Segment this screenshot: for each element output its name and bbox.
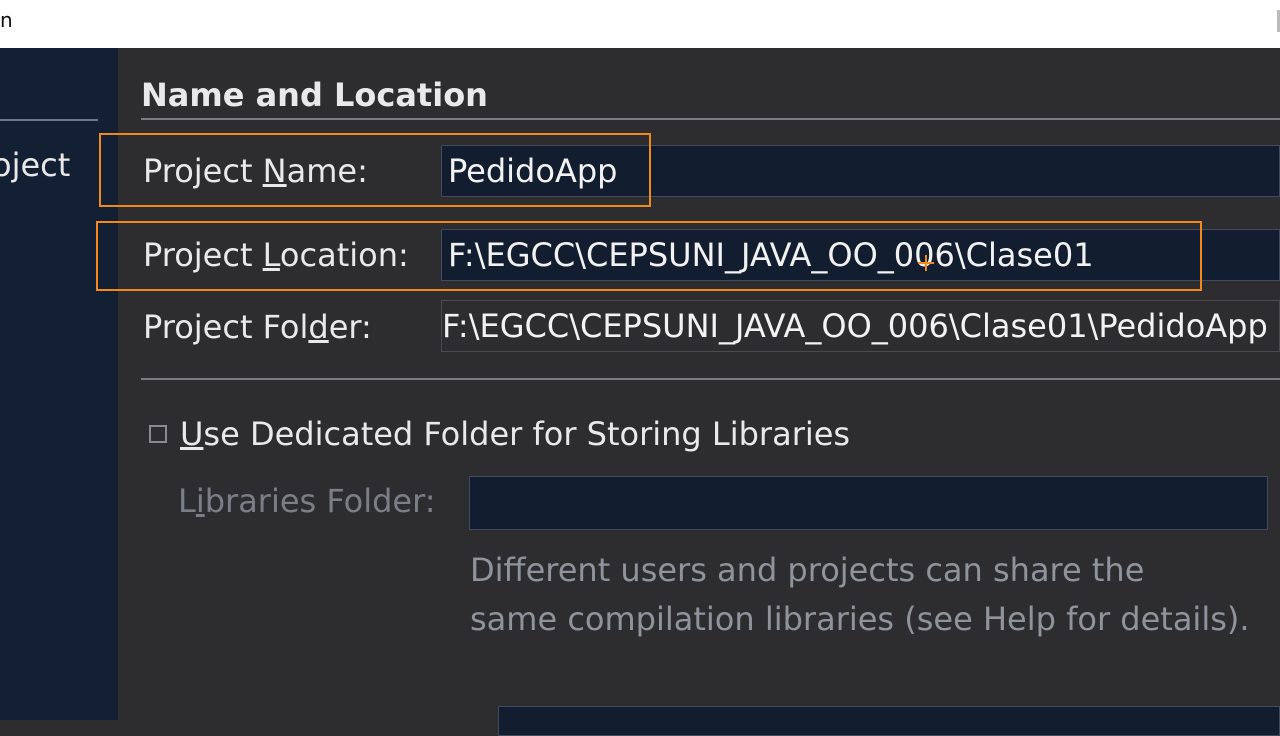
project-location-value: F:\EGCC\CEPSUNI_JAVA_OO_006\Clase01: [448, 236, 1094, 274]
next-row-field[interactable]: [498, 706, 1280, 736]
project-folder-label: Project Folder:: [143, 308, 372, 346]
step-item-project[interactable]: oject: [0, 146, 70, 184]
dedicated-libraries-label[interactable]: Use Dedicated Folder for Storing Librari…: [180, 415, 850, 453]
steps-divider: [0, 119, 98, 121]
project-name-field[interactable]: PedidoApp: [441, 145, 1280, 197]
libraries-folder-label: Libraries Folder:: [178, 482, 436, 520]
section-divider: [141, 118, 1280, 120]
libraries-folder-field: [469, 476, 1268, 530]
project-folder-value: F:\EGCC\CEPSUNI_JAVA_OO_006\Clase01\Pedi…: [442, 307, 1268, 345]
libraries-help-line-1: Different users and projects can share t…: [470, 551, 1145, 589]
crosshair-cursor-icon: [918, 255, 934, 271]
steps-panel: oject: [0, 48, 118, 720]
window-title: n: [0, 8, 13, 32]
section-title: Name and Location: [141, 76, 488, 114]
project-location-label: Project Location:: [143, 236, 409, 274]
project-location-field[interactable]: F:\EGCC\CEPSUNI_JAVA_OO_006\Clase01: [441, 229, 1280, 281]
dedicated-libraries-checkbox[interactable]: [149, 425, 167, 443]
project-name-label: Project Name:: [143, 152, 368, 190]
project-folder-field: F:\EGCC\CEPSUNI_JAVA_OO_006\Clase01\Pedi…: [441, 300, 1280, 352]
folder-divider: [141, 378, 1280, 380]
libraries-help-line-2: same compilation libraries (see Help for…: [470, 600, 1250, 638]
project-name-value: PedidoApp: [448, 152, 618, 190]
window-titlebar: n: [0, 0, 1280, 48]
